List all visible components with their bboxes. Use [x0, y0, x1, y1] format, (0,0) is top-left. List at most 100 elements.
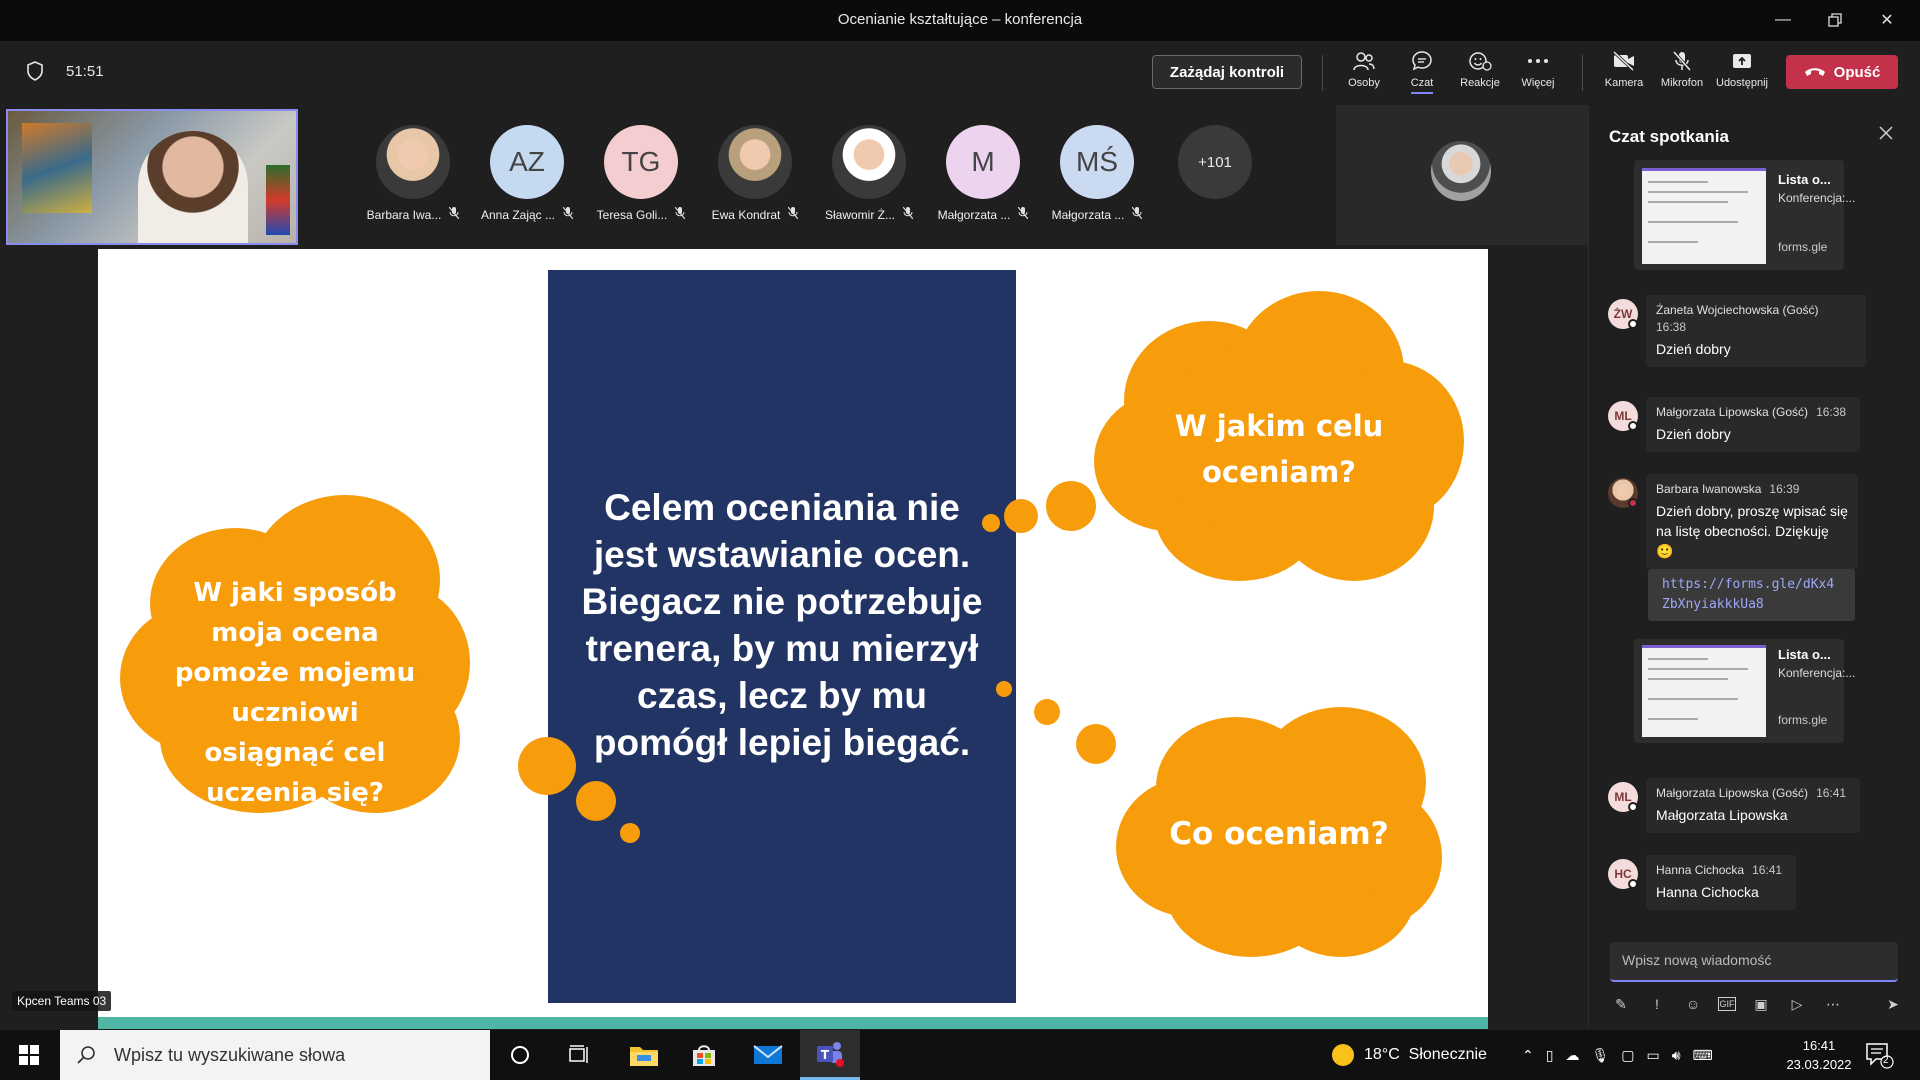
cortana-icon	[511, 1046, 529, 1064]
message-bubble: Żaneta Wojciechowska (Gość) 16:38 Dzień do…	[1646, 295, 1866, 367]
thought-cloud-top-right: W jakim celu oceniam?	[1094, 291, 1464, 587]
take-control-button[interactable]: Zażądaj kontroli	[1152, 55, 1302, 89]
message-time: 16:38	[1656, 320, 1687, 334]
message-text: Małgorzata Lipowska	[1656, 807, 1788, 823]
participant-name-row: Małgorzata ...	[1052, 206, 1143, 222]
message-author: Małgorzata Lipowska (Gość)	[1656, 405, 1809, 419]
message-author: Hanna Cichocka	[1656, 863, 1745, 877]
participant-tile[interactable]: Sławomir Ż...	[814, 125, 924, 222]
store-button[interactable]	[674, 1030, 734, 1080]
message-avatar: ŻW	[1608, 299, 1638, 329]
mail-icon	[753, 1045, 783, 1064]
more-label: Więcej	[1521, 77, 1555, 89]
shared-slide: Celem oceniania nie jest wstawianie ocen…	[98, 249, 1488, 1029]
cloud-left-text: W jaki sposób moja ocena pomoże mojemu u…	[174, 578, 416, 808]
more-participants-button[interactable]: +101	[1178, 125, 1252, 199]
reactions-label: Reakcje	[1460, 77, 1500, 89]
chat-compose-input[interactable]: Wpisz nową wiadomość	[1610, 942, 1898, 982]
participant-tile[interactable]: M Małgorzata ...	[928, 125, 1038, 222]
keyboard-icon[interactable]: ⌨	[1693, 1047, 1713, 1064]
message-avatar: ML	[1608, 401, 1638, 431]
teams-icon: T	[817, 1041, 844, 1067]
teams-taskbar-button[interactable]: T	[800, 1030, 860, 1080]
link-preview-card[interactable]: Lista o... Konferencja:... forms.gle	[1634, 160, 1856, 270]
cloud-icon[interactable]: ☁	[1565, 1047, 1579, 1064]
room-label: Kpcen Teams 03	[12, 991, 112, 1011]
chat-link[interactable]: https://forms.gle/dKx4ZbXnyiakkkUa8	[1648, 569, 1855, 621]
task-view-button[interactable]	[550, 1030, 610, 1080]
search-placeholder: Wpisz tu wyszukiwane słowa	[114, 1044, 346, 1065]
shield-icon	[27, 61, 43, 81]
participant-name-row: Małgorzata ...	[938, 206, 1029, 222]
participant-avatar: AZ	[490, 125, 564, 199]
message-author: Małgorzata Lipowska (Gość)	[1656, 786, 1809, 800]
people-label: Osoby	[1348, 77, 1380, 89]
file-explorer-button[interactable]	[614, 1030, 674, 1080]
close-chat-button[interactable]	[1879, 123, 1893, 146]
participant-name: Barbara Iwa...	[366, 207, 442, 222]
security-icon[interactable]: ▢	[1621, 1047, 1634, 1064]
thought-dot	[1034, 699, 1060, 725]
link-preview-card[interactable]: Lista o... Konferencja:... forms.gle	[1634, 639, 1855, 743]
toolbar-divider	[1582, 55, 1583, 91]
emoji-icon[interactable]: ☺	[1682, 993, 1704, 1015]
leave-button[interactable]: Opuść	[1786, 55, 1898, 89]
thought-dot	[1004, 499, 1038, 533]
form-thumbnail	[1642, 645, 1766, 737]
thought-cloud-bottom-right: Co oceniam?	[1116, 707, 1442, 957]
send-icon[interactable]: ➤	[1882, 993, 1904, 1015]
close-window-button[interactable]: ✕	[1864, 6, 1910, 34]
microphone-button[interactable]: Mikrofon	[1654, 49, 1710, 99]
restore-button[interactable]	[1812, 6, 1858, 34]
chat-label: Czat	[1410, 77, 1434, 94]
start-button[interactable]	[0, 1030, 58, 1080]
participant-avatar: TG	[604, 125, 678, 199]
quote-text: Celem oceniania nie jest wstawianie ocen…	[581, 487, 983, 763]
participant-video-tile[interactable]	[1336, 105, 1588, 245]
participant-tile[interactable]: Barbara Iwa...	[358, 125, 468, 222]
volume-icon[interactable]: 🔊︎	[1672, 1047, 1681, 1064]
cloud-top-right-text: W jakim celu oceniam?	[1174, 409, 1384, 489]
participant-name: Teresa Goli...	[596, 207, 668, 222]
participant-name-row: Teresa Goli...	[596, 206, 686, 222]
participant-tile[interactable]: MŚ Małgorzata ...	[1042, 125, 1152, 222]
meeting-stage: Barbara Iwa... AZ Anna Zając ... TG Teresa G…	[0, 105, 1588, 1030]
mic-off-icon	[1670, 49, 1694, 73]
battery-icon[interactable]: ▭	[1646, 1047, 1659, 1064]
mail-button[interactable]	[738, 1030, 798, 1080]
cortana-button[interactable]	[490, 1030, 550, 1080]
camera-button[interactable]: Kamera	[1596, 49, 1652, 99]
sticker-icon[interactable]: ▣	[1750, 993, 1772, 1015]
microphone-tray-icon[interactable]: 🎙︎	[1591, 1047, 1609, 1064]
self-video-tile[interactable]	[6, 109, 298, 245]
forward-icon[interactable]: ▷	[1786, 993, 1808, 1015]
more-button[interactable]: Więcej	[1510, 49, 1566, 99]
people-button[interactable]: Osoby	[1336, 49, 1392, 99]
important-icon[interactable]: !	[1646, 993, 1668, 1015]
share-button[interactable]: Udostępnij	[1714, 49, 1770, 99]
weather-widget[interactable]: 18°C Słonecznie	[1332, 1030, 1487, 1080]
meeting-timer: 51:51	[26, 61, 104, 81]
reactions-button[interactable]: Reakcje	[1452, 49, 1508, 99]
notification-center-button[interactable]: 2	[1864, 1040, 1894, 1070]
taskbar-search[interactable]: Wpisz tu wyszukiwane słowa	[60, 1030, 490, 1080]
minimize-button[interactable]: —	[1760, 6, 1806, 34]
mic-muted-icon	[448, 206, 460, 222]
participant-tile[interactable]: TG Teresa Goli...	[586, 125, 696, 222]
card-subtitle: Konferencja:...	[1778, 191, 1856, 205]
taskbar-clock[interactable]: 16:41 23.03.2022	[1764, 1036, 1874, 1074]
thought-dot	[996, 681, 1012, 697]
participant-tile[interactable]: Ewa Kondrat	[700, 125, 810, 222]
device-icon[interactable]: ▯	[1546, 1047, 1554, 1064]
more-options-icon[interactable]: ⋯	[1822, 993, 1844, 1015]
message-author: Barbara Iwanowska	[1656, 482, 1762, 496]
format-icon[interactable]: ✎	[1610, 993, 1632, 1015]
chat-icon	[1410, 49, 1434, 73]
chevron-up-icon[interactable]: ⌃	[1522, 1047, 1534, 1064]
participant-tile[interactable]: AZ Anna Zając ...	[472, 125, 582, 222]
reactions-icon	[1468, 49, 1492, 73]
gif-icon[interactable]: GIF	[1718, 997, 1736, 1011]
chat-button[interactable]: Czat	[1394, 49, 1450, 99]
message-meta: Barbara Iwanowska 16:39	[1656, 482, 1848, 496]
message-time: 16:41	[1752, 863, 1783, 877]
